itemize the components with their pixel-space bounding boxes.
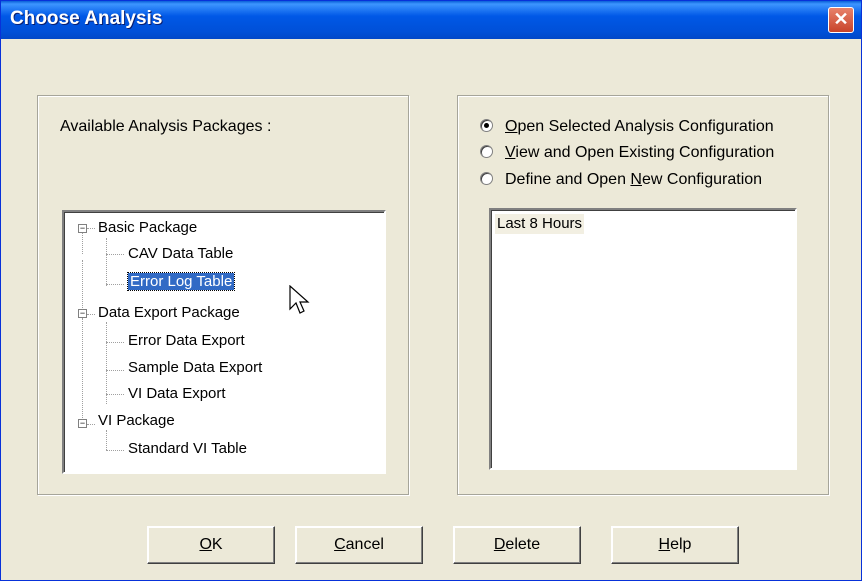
window-title: Choose Analysis <box>10 8 163 29</box>
selected-node-label: Error Log Table <box>126 272 236 291</box>
title-bar[interactable]: Choose Analysis ✕ <box>1 1 861 39</box>
tree-node-cav-data-table[interactable]: CAV Data Table <box>128 243 233 265</box>
choose-analysis-dialog: Choose Analysis ✕ Available Analysis Pac… <box>0 0 862 581</box>
tree-node-error-data-export[interactable]: Error Data Export <box>128 330 245 352</box>
radio-button[interactable] <box>480 172 493 185</box>
radio-button-checked[interactable] <box>480 119 493 132</box>
list-item[interactable]: Last 8 Hours <box>495 214 585 234</box>
tree-node-basic-package[interactable]: Basic Package <box>98 217 197 239</box>
tree-node-standard-vi-table[interactable]: Standard VI Table <box>128 438 247 460</box>
radio-open-selected-configuration[interactable]: Open Selected Analysis Configuration <box>480 115 774 139</box>
packages-groupbox: Available Analysis Packages : − Basic Pa… <box>37 95 409 495</box>
cancel-button[interactable]: Cancel <box>295 526 423 564</box>
configuration-groupbox: Open Selected Analysis Configuration Vie… <box>457 95 829 495</box>
expand-toggle-vi-package[interactable]: − <box>78 419 87 428</box>
mouse-cursor-icon <box>289 285 310 314</box>
delete-button[interactable]: Delete <box>453 526 581 564</box>
help-button[interactable]: Help <box>611 526 739 564</box>
radio-view-existing-configuration[interactable]: View and Open Existing Configuration <box>480 141 774 165</box>
radio-button[interactable] <box>480 145 493 158</box>
close-button[interactable]: ✕ <box>828 7 854 33</box>
packages-label: Available Analysis Packages : <box>60 118 272 135</box>
package-tree[interactable]: − Basic Package CAV Data Table Error Log… <box>62 210 386 474</box>
tree-node-data-export-package[interactable]: Data Export Package <box>98 302 240 324</box>
expand-toggle-data-export-package[interactable]: − <box>78 309 87 318</box>
ok-button[interactable]: OK <box>147 526 275 564</box>
tree-node-error-log-table[interactable]: Error Log Table <box>126 271 236 293</box>
radio-define-new-configuration[interactable]: Define and Open New Configuration <box>480 168 762 192</box>
expand-toggle-basic-package[interactable]: − <box>78 224 87 233</box>
tree-node-sample-data-export[interactable]: Sample Data Export <box>128 357 262 379</box>
configuration-list[interactable]: Last 8 Hours <box>489 208 797 470</box>
tree-node-vi-package[interactable]: VI Package <box>98 410 175 432</box>
tree-node-vi-data-export[interactable]: VI Data Export <box>128 383 226 405</box>
